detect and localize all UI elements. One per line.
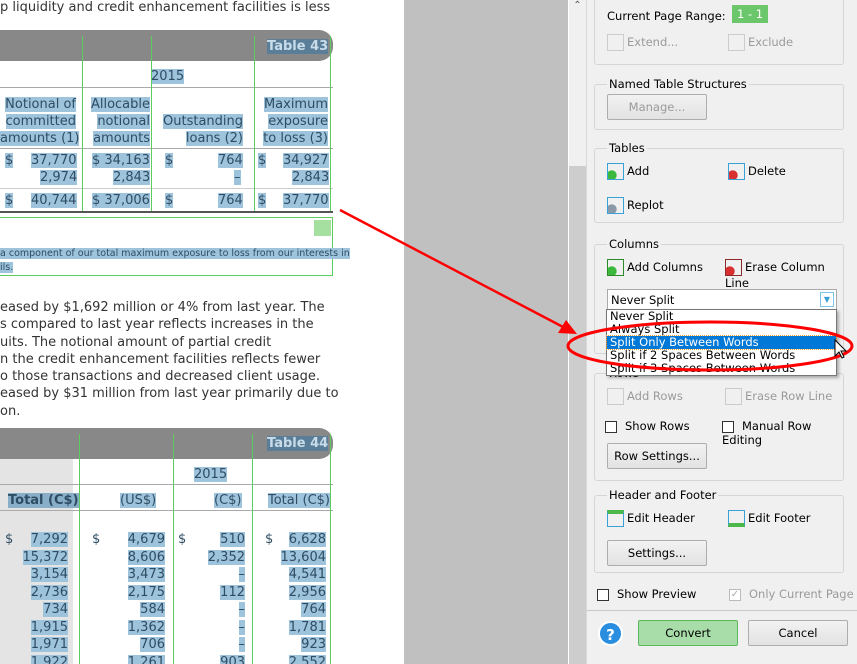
annotation-overlay — [339, 208, 854, 372]
red-ellipse-highlight — [566, 320, 854, 372]
red-arrow — [339, 208, 566, 330]
